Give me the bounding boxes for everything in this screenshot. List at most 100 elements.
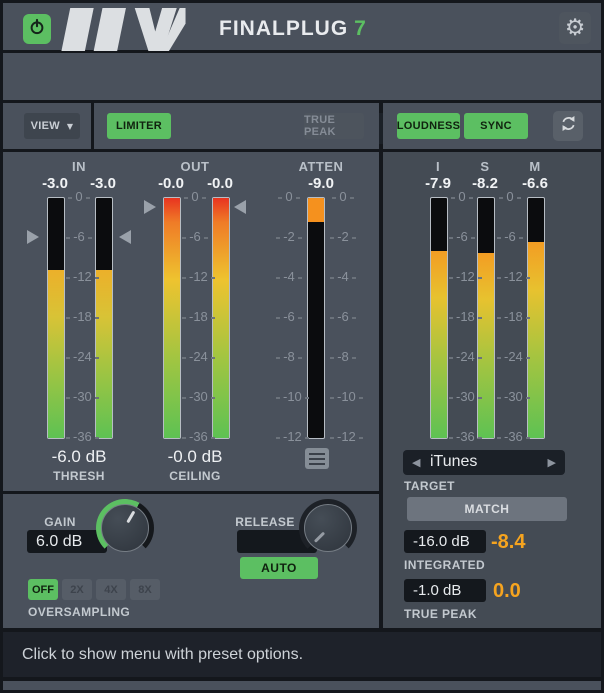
target-selector[interactable]: ◀ iTunes ▶ bbox=[403, 450, 565, 475]
scale-tick-label: 0 bbox=[273, 190, 305, 204]
out-meter-label: OUT bbox=[165, 159, 225, 174]
momentary-meter-label: M bbox=[515, 159, 555, 174]
thresh-value[interactable]: -6.0 dB bbox=[34, 447, 124, 467]
scale-tick-label: 0 bbox=[446, 190, 478, 204]
gain-label: GAIN bbox=[30, 515, 90, 529]
scale-tick-label: -24 bbox=[63, 350, 95, 364]
scale-tick-label: -2 bbox=[273, 230, 305, 244]
preset-bar: ◀ Default* ▶ A/B ▶ bbox=[3, 53, 601, 100]
oversampling-off-button[interactable]: OFF bbox=[28, 579, 58, 600]
scale-tick-label: -18 bbox=[63, 310, 95, 324]
scale-tick-label: -6 bbox=[63, 230, 95, 244]
scale-tick-label: -6 bbox=[446, 230, 478, 244]
sync-toggle-button[interactable]: SYNC bbox=[464, 113, 528, 139]
scale-tick-label: -36 bbox=[63, 430, 95, 444]
integrated-label: INTEGRATED bbox=[404, 558, 485, 572]
ceiling-marker-left-icon[interactable] bbox=[144, 200, 156, 214]
integrated-meter-label: I bbox=[418, 159, 458, 174]
scale-tick-label: -18 bbox=[446, 310, 478, 324]
scale-tick-label: -10 bbox=[273, 390, 305, 404]
reset-meters-button[interactable] bbox=[553, 111, 583, 141]
oversampling-2x-button[interactable]: 2X bbox=[62, 579, 92, 600]
scale-tick-label: 0 bbox=[179, 190, 211, 204]
atten-meter-bar bbox=[307, 197, 325, 439]
oversampling-8x-button[interactable]: 8X bbox=[130, 579, 160, 600]
prev-target-icon[interactable]: ◀ bbox=[412, 457, 420, 468]
scale-tick-label: 0 bbox=[327, 190, 359, 204]
finalplug-plugin-window: FINALPLUG7 ⚙ ◀ Default* bbox=[0, 0, 604, 693]
auto-release-button[interactable]: AUTO bbox=[240, 557, 318, 579]
status-bar[interactable]: Click to show menu with preset options. bbox=[3, 632, 601, 677]
gain-knob[interactable] bbox=[96, 499, 154, 557]
release-knob[interactable] bbox=[299, 499, 357, 557]
scale-tick-label: -12 bbox=[327, 430, 359, 444]
scale-tick-label: -30 bbox=[63, 390, 95, 404]
scale-tick-label: -12 bbox=[446, 270, 478, 284]
shortterm-meter-label: S bbox=[465, 159, 505, 174]
title-bar: FINALPLUG7 ⚙ bbox=[3, 3, 601, 50]
thresh-marker-right-icon[interactable] bbox=[119, 230, 131, 244]
scale-tick-label: -6 bbox=[179, 230, 211, 244]
gear-icon: ⚙ bbox=[565, 17, 586, 40]
scale-tick-label: -2 bbox=[327, 230, 359, 244]
scale-tick-label: -36 bbox=[446, 430, 478, 444]
ceiling-value[interactable]: -0.0 dB bbox=[150, 447, 240, 467]
power-button[interactable] bbox=[23, 14, 51, 44]
gain-knob-pointer bbox=[126, 511, 135, 524]
scale-tick-label: -24 bbox=[446, 350, 478, 364]
ceiling-label: CEILING bbox=[150, 469, 240, 483]
scale-tick-label: -12 bbox=[179, 270, 211, 284]
next-target-icon[interactable]: ▶ bbox=[548, 457, 556, 468]
release-label: RELEASE bbox=[235, 515, 295, 529]
limiter-toggle-button[interactable]: LIMITER bbox=[107, 113, 171, 139]
scale-tick-label: -18 bbox=[179, 310, 211, 324]
scale-tick-label: -24 bbox=[494, 350, 526, 364]
true-peak-toggle-button[interactable]: TRUE PEAK bbox=[304, 113, 364, 139]
view-menu-button[interactable]: VIEW ▼ bbox=[24, 113, 80, 139]
oversampling-4x-button[interactable]: 4X bbox=[96, 579, 126, 600]
scale-tick-label: -4 bbox=[273, 270, 305, 284]
scale-tick-label: -6 bbox=[494, 230, 526, 244]
scale-tick-label: -12 bbox=[63, 270, 95, 284]
scale-tick-label: -10 bbox=[327, 390, 359, 404]
menu-icon[interactable] bbox=[305, 448, 329, 469]
scale-tick-label: -6 bbox=[273, 310, 305, 324]
wave-arts-logo-icon bbox=[59, 8, 187, 51]
in-meter-scale: 0 -6 -12 -18 -24 -30 -36 bbox=[63, 190, 95, 444]
loudness-toggle-button[interactable]: LOUDNESS bbox=[397, 113, 460, 139]
settings-button[interactable]: ⚙ bbox=[559, 12, 591, 44]
atten-scale-right: 0-2-4-6-8-10-12 bbox=[327, 190, 359, 444]
atten-meter-label: ATTEN bbox=[291, 159, 351, 174]
in-meter-label: IN bbox=[49, 159, 109, 174]
scale-tick-label: -8 bbox=[273, 350, 305, 364]
scale-tick-label: -30 bbox=[179, 390, 211, 404]
thresh-marker-left-icon[interactable] bbox=[27, 230, 39, 244]
chevron-down-icon: ▼ bbox=[67, 122, 73, 131]
match-button[interactable]: MATCH bbox=[407, 497, 567, 521]
thresh-label: THRESH bbox=[34, 469, 124, 483]
status-message: Click to show menu with preset options. bbox=[22, 632, 303, 677]
scale-tick-label: -36 bbox=[179, 430, 211, 444]
atten-scale-left: 0-2-4-6-8-10-12 bbox=[273, 190, 305, 444]
scale-tick-label: 0 bbox=[494, 190, 526, 204]
scale-tick-label: -6 bbox=[327, 310, 359, 324]
ceiling-marker-right-icon[interactable] bbox=[234, 200, 246, 214]
plugin-version: 7 bbox=[354, 17, 367, 40]
true-peak-measured-value: 0.0 bbox=[493, 580, 521, 603]
scale-tick-label: -30 bbox=[446, 390, 478, 404]
integrated-target-field[interactable]: -16.0 dB bbox=[404, 530, 486, 553]
integrated-measured-value: -8.4 bbox=[491, 531, 525, 554]
oversampling-label: OVERSAMPLING bbox=[28, 605, 130, 619]
power-icon bbox=[28, 18, 46, 41]
scale-tick-label: 0 bbox=[63, 190, 95, 204]
true-peak-target-field[interactable]: -1.0 dB bbox=[404, 579, 486, 602]
scale-tick-label: -36 bbox=[494, 430, 526, 444]
target-name: iTunes bbox=[430, 453, 477, 471]
plugin-title: FINALPLUG7 bbox=[219, 17, 367, 41]
true-peak-label: TRUE PEAK bbox=[404, 607, 477, 621]
loudness-scale-left: 0 -6 -12 -18 -24 -30 -36 bbox=[446, 190, 478, 444]
loudness-scale-right: 0-6-12-18-24-30-36 bbox=[494, 190, 526, 444]
scale-tick-label: -24 bbox=[179, 350, 211, 364]
release-knob-pointer bbox=[314, 532, 325, 543]
out-meter-scale: 0 -6 -12 -18 -24 -30 -36 bbox=[179, 190, 211, 444]
